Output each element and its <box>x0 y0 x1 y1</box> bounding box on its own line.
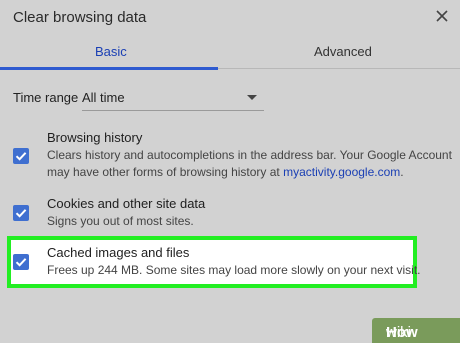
cookies-title: Cookies and other site data <box>47 196 206 211</box>
browsing-history-desc-suffix: . <box>400 165 404 179</box>
browsing-history-desc-line1: Clears history and autocompletions in th… <box>47 148 452 162</box>
browsing-history-desc-line2: may have other forms of browsing history… <box>47 164 404 181</box>
active-tab-indicator <box>0 67 218 70</box>
cookies-desc: Signs you out of most sites. <box>47 214 194 228</box>
cached-images-desc: Frees up 244 MB. Some sites may load mor… <box>47 263 421 277</box>
cached-images-checkbox[interactable] <box>13 254 29 270</box>
checkmark-icon <box>15 258 27 267</box>
browsing-history-title: Browsing history <box>47 130 143 145</box>
checkmark-icon <box>15 152 27 161</box>
cookies-checkbox[interactable] <box>13 205 29 221</box>
myactivity-link[interactable]: myactivity.google.com <box>283 165 400 179</box>
tab-basic[interactable]: Basic <box>95 44 127 59</box>
time-range-select[interactable]: All time <box>82 90 125 105</box>
tab-advanced[interactable]: Advanced <box>314 44 372 59</box>
wikihow-watermark: wiki How <box>372 318 460 343</box>
browsing-history-desc-prefix: may have other forms of browsing history… <box>47 165 284 179</box>
browsing-history-checkbox[interactable] <box>13 148 29 164</box>
checkmark-icon <box>15 209 27 218</box>
cached-images-title: Cached images and files <box>47 245 190 260</box>
close-icon <box>436 10 448 22</box>
dropdown-caret-icon[interactable] <box>247 95 257 100</box>
dialog-title: Clear browsing data <box>13 9 147 26</box>
close-button[interactable] <box>432 6 452 26</box>
time-range-underline <box>82 110 264 111</box>
time-range-label: Time range <box>13 90 79 105</box>
watermark-how: How <box>386 324 418 341</box>
